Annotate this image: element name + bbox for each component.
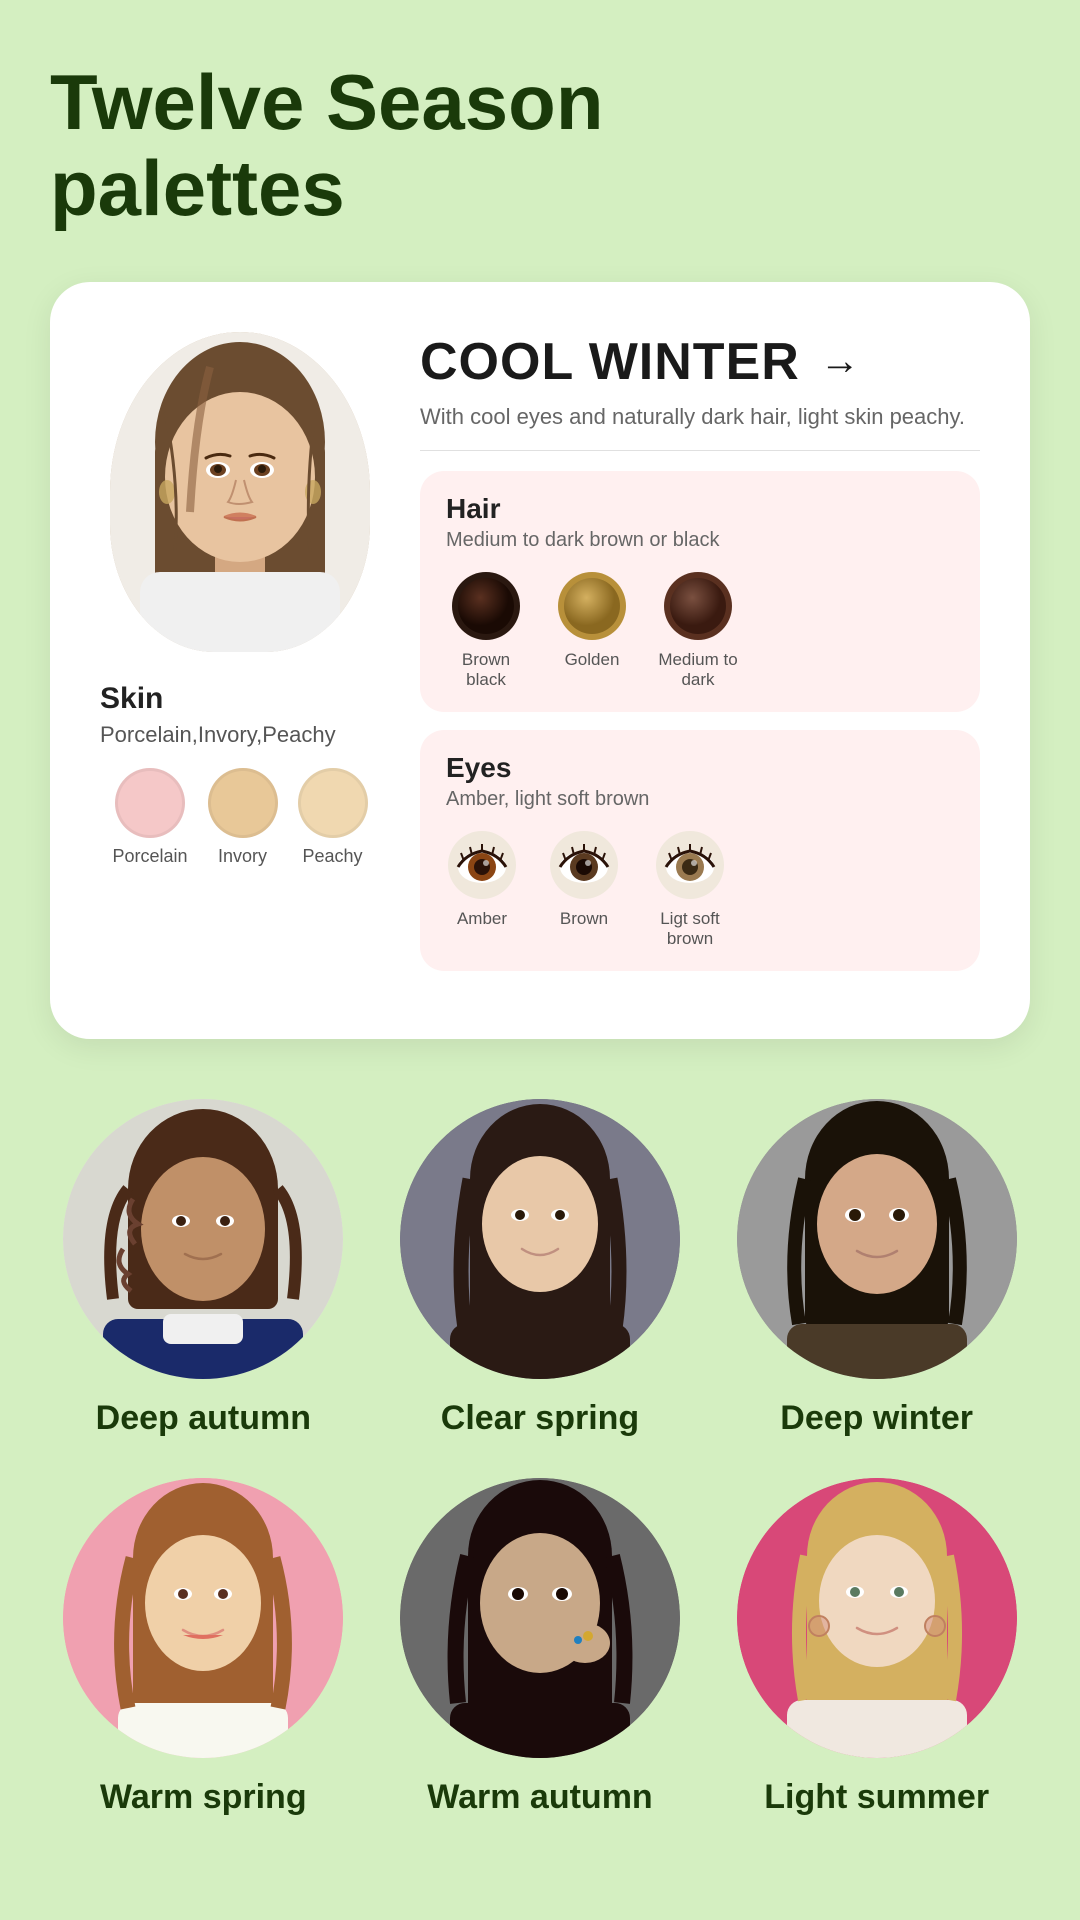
arrow-icon[interactable]: → [820, 339, 860, 384]
divider [420, 450, 980, 451]
season-name-deep-winter: Deep winter [780, 1399, 973, 1438]
season-name-deep-autumn: Deep autumn [96, 1399, 311, 1438]
eyes-box: Eyes Amber, light soft brown [420, 730, 980, 971]
eyes-subtitle: Amber, light soft brown [446, 788, 954, 811]
eye-swatch-brown: Brown [548, 829, 620, 949]
season-item-warm-autumn[interactable]: Warm autumn [387, 1478, 694, 1817]
swatch-circle-porcelain [115, 768, 185, 838]
swatch-circle-peachy [298, 768, 368, 838]
hair-swatch-golden: Golden [556, 570, 628, 690]
eye-swatch-light-soft-brown: Ligt soft brown [650, 829, 730, 949]
hair-swatch-brown-black: Brown black [446, 570, 526, 690]
eye-swatch-amber: Amber [446, 829, 518, 949]
hair-box: Hair Medium to dark brown or black [420, 471, 980, 712]
season-name-clear-spring: Clear spring [441, 1399, 639, 1438]
season-title: COOL WINTER [420, 332, 800, 392]
season-header: COOL WINTER → [420, 332, 980, 392]
swatch-invory: Invory [208, 768, 278, 867]
page-title: Twelve Season palettes [50, 60, 750, 232]
season-avatar-deep-autumn [63, 1099, 343, 1379]
swatch-label-invory: Invory [218, 846, 267, 867]
season-name-warm-autumn: Warm autumn [427, 1778, 652, 1817]
season-avatar-clear-spring [400, 1099, 680, 1379]
skin-swatches: Porcelain Invory Peachy [112, 768, 367, 867]
hair-label-medium-dark: Medium to dark [658, 650, 738, 690]
season-name-light-summer: Light summer [764, 1778, 989, 1817]
hair-swatches: Brown black Golden [446, 570, 954, 690]
season-item-light-summer[interactable]: Light summer [723, 1478, 1030, 1817]
season-card: Skin Porcelain,Invory,Peachy Porcelain I… [50, 282, 1030, 1040]
eyes-title: Eyes [446, 752, 954, 784]
hair-label-brown-black: Brown black [446, 650, 526, 690]
swatch-circle-invory [208, 768, 278, 838]
season-name-warm-spring: Warm spring [100, 1778, 307, 1817]
season-avatar-deep-winter [737, 1099, 1017, 1379]
eye-label-brown: Brown [560, 909, 608, 929]
hair-color-brown-black [450, 570, 522, 642]
eye-color-amber [446, 829, 518, 901]
season-item-clear-spring[interactable]: Clear spring [387, 1099, 694, 1438]
eye-color-brown [548, 829, 620, 901]
hair-color-medium-dark [662, 570, 734, 642]
swatch-peachy: Peachy [298, 768, 368, 867]
hair-subtitle: Medium to dark brown or black [446, 529, 954, 552]
swatch-label-peachy: Peachy [302, 846, 362, 867]
eyes-swatches: Amber B [446, 829, 954, 949]
season-grid-row2: Warm spring [50, 1478, 1030, 1817]
swatch-porcelain: Porcelain [112, 768, 187, 867]
skin-subtitle: Porcelain,Invory,Peachy [100, 722, 336, 748]
season-avatar-light-summer [737, 1478, 1017, 1758]
season-grid-row1: Deep autumn [50, 1099, 1030, 1438]
eye-color-light-soft-brown [654, 829, 726, 901]
hair-color-golden [556, 570, 628, 642]
skin-label: Skin [100, 682, 163, 716]
season-item-deep-autumn[interactable]: Deep autumn [50, 1099, 357, 1438]
season-item-deep-winter[interactable]: Deep winter [723, 1099, 1030, 1438]
card-left: Skin Porcelain,Invory,Peachy Porcelain I… [100, 332, 380, 990]
hair-title: Hair [446, 493, 954, 525]
season-avatar-warm-spring [63, 1478, 343, 1758]
season-item-warm-spring[interactable]: Warm spring [50, 1478, 357, 1817]
season-avatar-warm-autumn [400, 1478, 680, 1758]
eye-label-light-soft-brown: Ligt soft brown [650, 909, 730, 949]
portrait [110, 332, 370, 652]
eye-label-amber: Amber [457, 909, 507, 929]
hair-swatch-medium-dark: Medium to dark [658, 570, 738, 690]
season-desc: With cool eyes and naturally dark hair, … [420, 402, 980, 433]
card-right: COOL WINTER → With cool eyes and natural… [420, 332, 980, 990]
hair-label-golden: Golden [565, 650, 620, 670]
swatch-label-porcelain: Porcelain [112, 846, 187, 867]
